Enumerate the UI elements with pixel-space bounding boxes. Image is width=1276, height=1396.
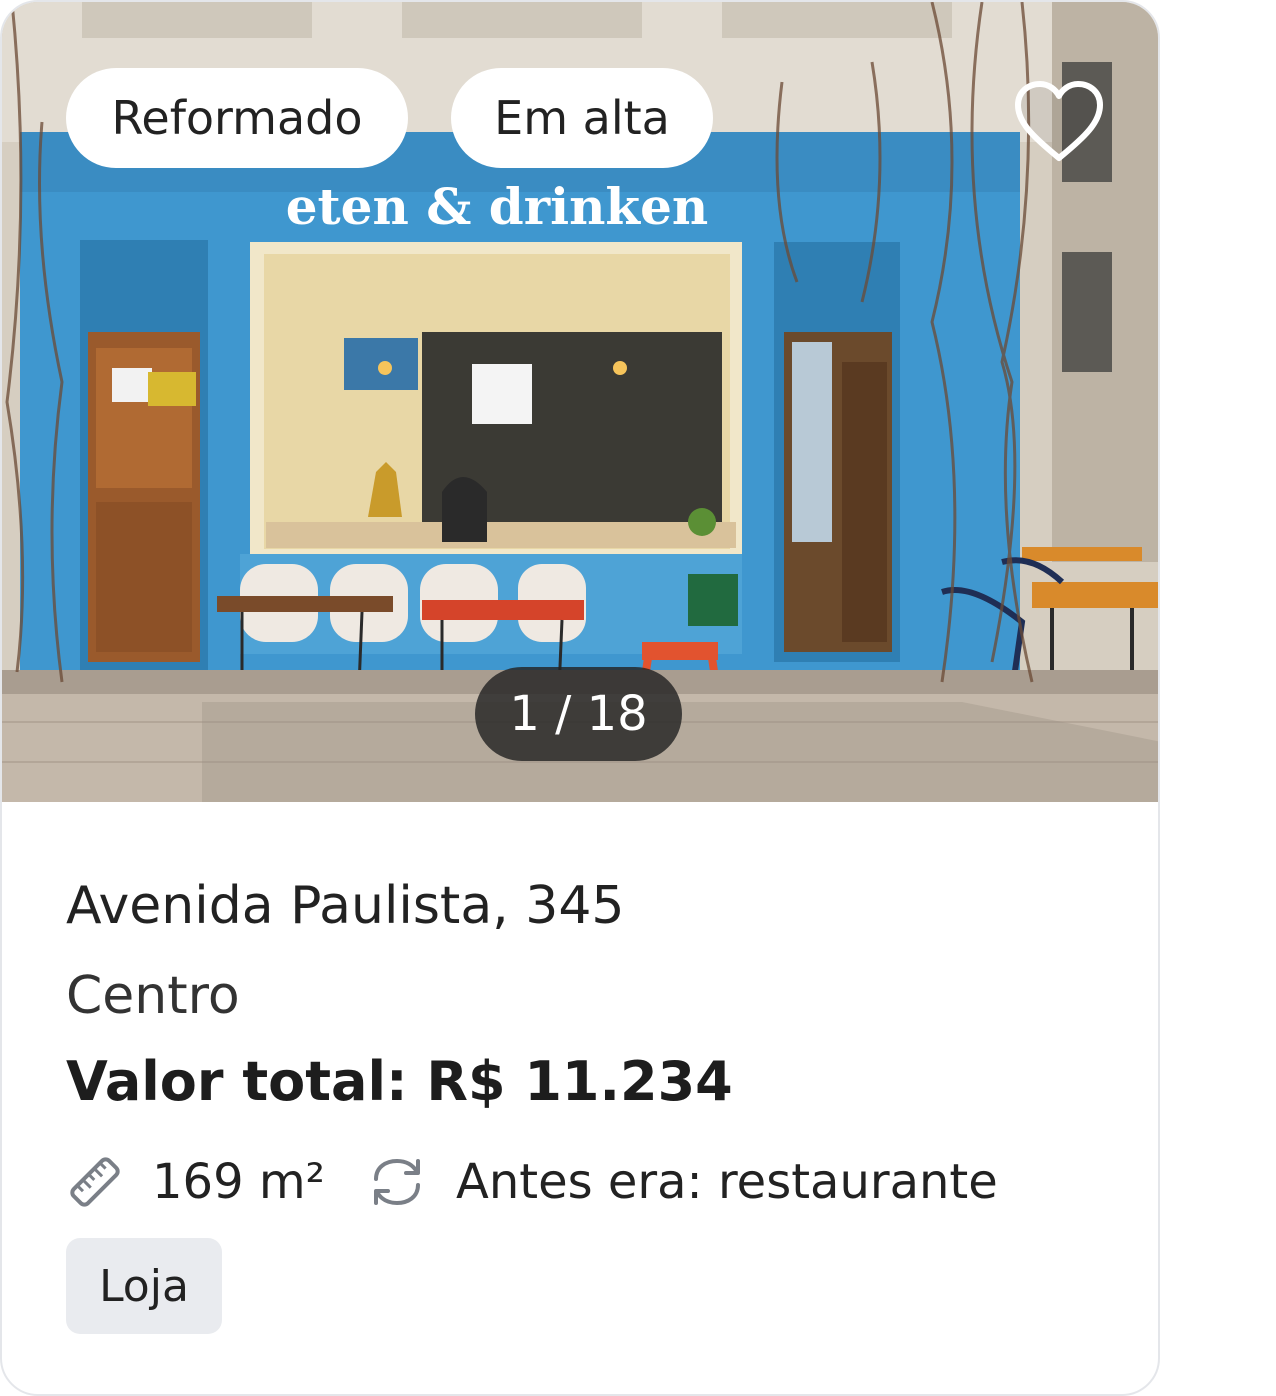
cycle-arrows-icon — [374, 1158, 420, 1206]
photo-counter: 1 / 18 — [475, 667, 682, 761]
ruler-icon — [70, 1157, 120, 1207]
storefront-sign: eten & drinken — [286, 177, 709, 236]
feature-area: 169 m² — [66, 1152, 325, 1212]
feature-previous-use: Antes era: restaurante — [366, 1152, 998, 1212]
listing-card[interactable]: eten & drinken Reformado Em alta 1 / 18 … — [0, 0, 1160, 1396]
listing-photo[interactable]: eten & drinken Reformado Em alta 1 / 18 — [2, 2, 1158, 802]
listing-price: Valor total: R$ 11.234 — [66, 1050, 733, 1113]
favorite-button[interactable] — [1012, 78, 1106, 168]
badge-reformado: Reformado — [66, 68, 408, 168]
area-value: 169 m² — [152, 1154, 325, 1210]
badge-em-alta: Em alta — [451, 68, 713, 168]
listing-address: Avenida Paulista, 345 — [66, 876, 625, 936]
listing-neighborhood: Centro — [66, 966, 240, 1026]
previous-use-value: Antes era: restaurante — [456, 1154, 998, 1210]
category-tag: Loja — [66, 1238, 222, 1334]
heart-outline-icon — [1015, 81, 1103, 161]
